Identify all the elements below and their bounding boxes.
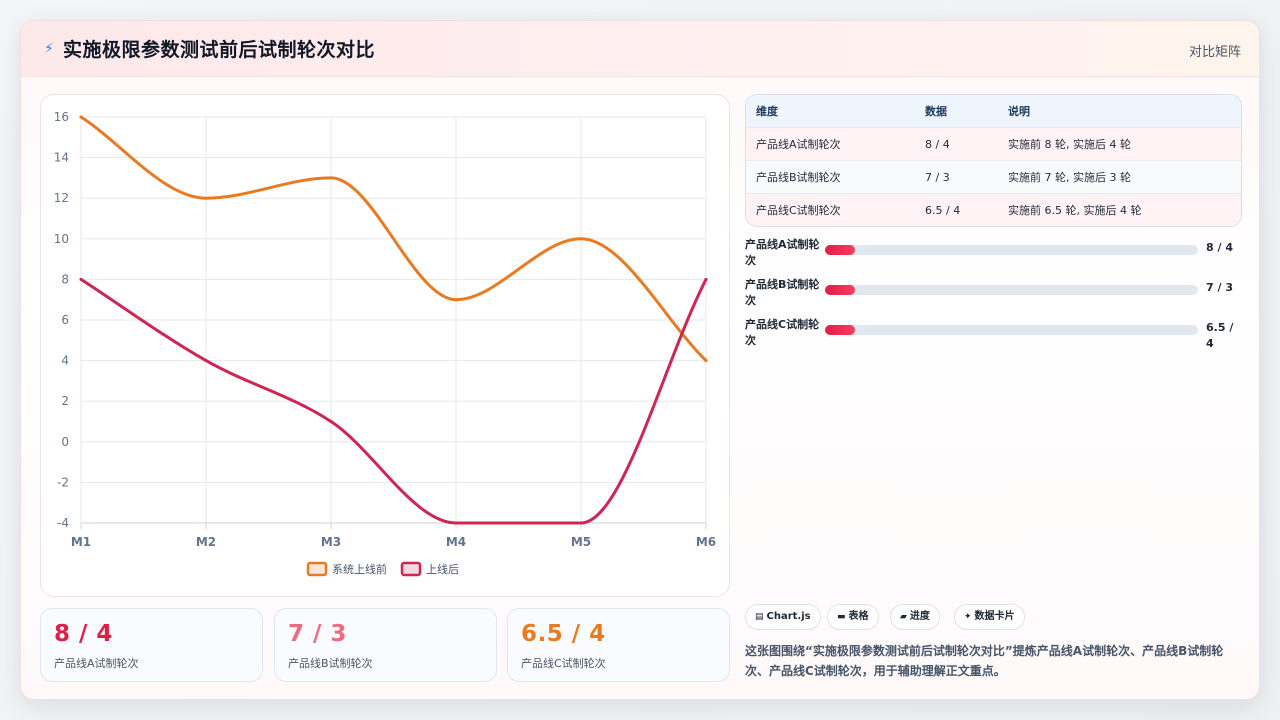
stat-value-c: 6.5 / 4 (521, 621, 606, 647)
chip-label: 进度 (909, 611, 930, 622)
progress-fill (825, 245, 855, 255)
progress-icon: ▰ (900, 612, 907, 622)
y-tick-label: -4 (57, 516, 69, 530)
legend-swatch (400, 561, 422, 577)
chip-progress[interactable]: ▰ 进度 (890, 604, 940, 630)
progress-row-c: 产品线C试制轮次 6.5 / 4 (745, 317, 1242, 351)
chip-label: Chart.js (766, 611, 811, 622)
legend-swatch (306, 561, 328, 577)
data-point (79, 115, 83, 119)
progress-label: 产品线B试制轮次 (745, 278, 820, 307)
stat-label-a: 产品线A试制轮次 (54, 657, 139, 670)
chip-label: 表格 (848, 611, 869, 622)
data-point (204, 359, 208, 363)
table-header-row: 维度 数据 说明 (746, 95, 1241, 128)
y-tick-label: 12 (54, 191, 69, 205)
table-row: 产品线C试制轮次 6.5 / 4 实施前 6.5 轮, 实施后 4 轮 (746, 194, 1241, 226)
table-cell: 8 / 4 (925, 138, 950, 151)
sparkle-icon: ✦ (964, 612, 972, 622)
table-header-cell: 说明 (1008, 105, 1030, 118)
table-cell: 实施前 6.5 轮, 实施后 4 轮 (1008, 204, 1142, 217)
data-point (454, 521, 458, 525)
data-point (329, 176, 333, 180)
y-tick-label: 2 (61, 394, 69, 408)
x-tick-label: M4 (446, 535, 466, 549)
data-point (704, 277, 708, 281)
table-cell: 实施前 7 轮, 实施后 3 轮 (1008, 171, 1131, 184)
data-point (454, 298, 458, 302)
table-row: 产品线B试制轮次 7 / 3 实施前 7 轮, 实施后 3 轮 (746, 161, 1241, 194)
page-title: 实施极限参数测试前后试制轮次对比 (63, 39, 376, 61)
table-cell: 产品线B试制轮次 (756, 171, 841, 184)
y-tick-label: 14 (54, 151, 69, 165)
progress-row-b: 产品线B试制轮次 7 / 3 (745, 277, 1242, 311)
x-tick-label: M1 (71, 535, 91, 549)
comparison-table: 维度 数据 说明 产品线A试制轮次 8 / 4 实施前 8 轮, 实施后 4 轮… (745, 94, 1242, 227)
stat-card-b: 7 / 3 产品线B试制轮次 (274, 608, 497, 682)
y-tick-label: 6 (61, 313, 69, 327)
chip-label: 数据卡片 (974, 611, 1015, 622)
progress-track (825, 285, 1198, 295)
x-tick-label: M5 (571, 535, 591, 549)
legend-label: 系统上线前 (332, 562, 387, 576)
table-cell: 实施前 8 轮, 实施后 4 轮 (1008, 138, 1131, 151)
stat-value-b: 7 / 3 (288, 621, 347, 647)
data-point (329, 420, 333, 423)
data-point (579, 521, 583, 525)
y-tick-label: 16 (54, 110, 69, 124)
progress-value: 6.5 / 4 (1206, 321, 1234, 350)
line-chart: 16 14 12 10 8 6 4 2 0 -2 -4M1 M2 M3 M4 M5 M6 系统上线前 上线后 (54, 110, 716, 577)
chart-description: 这张图围绕“实施极限参数测试前后试制轮次对比”提炼产品线A试制轮次、产品线B试制… (745, 644, 1224, 678)
progress-label: 产品线C试制轮次 (745, 318, 820, 347)
header-tag: 对比矩阵 (1188, 45, 1241, 60)
chip-data-card[interactable]: ✦ 数据卡片 (954, 604, 1025, 630)
lightning-icon: ⚡ (44, 41, 54, 57)
table-cell: 产品线C试制轮次 (756, 204, 841, 217)
progress-row-a: 产品线A试制轮次 8 / 4 (745, 237, 1242, 271)
progress-track (825, 245, 1198, 255)
line-chart-panel: 16 14 12 10 8 6 4 2 0 -2 -4 M1 M2 M3 M4 M5 M6 系统上线前 上线后 (40, 94, 730, 597)
progress-value: 8 / 4 (1206, 241, 1233, 254)
main-card: ⚡ 实施极限参数测试前后试制轮次对比 对比矩阵 16 14 12 10 8 6 4 2 0 -2 -… (20, 20, 1260, 700)
chip-chartjs[interactable]: ▤ Chart.js (745, 604, 821, 630)
y-tick-label: 10 (54, 232, 69, 246)
data-point (579, 237, 583, 241)
progress-label: 产品线A试制轮次 (745, 238, 820, 267)
table-cell: 产品线A试制轮次 (756, 138, 841, 151)
progress-value: 7 / 3 (1206, 281, 1233, 294)
table-cell: 7 / 3 (925, 171, 950, 184)
legend-label: 上线后 (426, 562, 459, 576)
stat-value-a: 8 / 4 (54, 621, 113, 647)
chip-table[interactable]: ▬ 表格 (827, 604, 879, 630)
progress-track (825, 325, 1198, 335)
data-point (704, 359, 708, 363)
stat-card-a: 8 / 4 产品线A试制轮次 (40, 608, 263, 682)
table-cell: 6.5 / 4 (925, 204, 961, 217)
x-tick-label: M3 (321, 535, 341, 549)
y-tick-label: -2 (57, 475, 69, 489)
table-icon: ▬ (837, 612, 846, 622)
y-tick-label: 0 (61, 435, 69, 449)
table-row: 产品线A试制轮次 8 / 4 实施前 8 轮, 实施后 4 轮 (746, 128, 1241, 161)
y-tick-label: 8 (61, 272, 69, 286)
x-tick-label: M6 (696, 535, 716, 549)
chart-icon: ▤ (755, 612, 764, 622)
progress-fill (825, 325, 855, 335)
x-tick-label: M2 (196, 535, 216, 549)
progress-fill (825, 285, 855, 295)
header-bar: ⚡ 实施极限参数测试前后试制轮次对比 对比矩阵 (21, 21, 1259, 77)
data-point (204, 196, 208, 200)
stat-label-c: 产品线C试制轮次 (521, 657, 606, 670)
table-header-cell: 维度 (756, 105, 778, 118)
stat-label-b: 产品线B试制轮次 (288, 657, 373, 670)
data-point (79, 277, 83, 281)
y-tick-label: 4 (61, 354, 69, 368)
stat-card-c: 6.5 / 4 产品线C试制轮次 (507, 608, 730, 682)
table-header-cell: 数据 (925, 105, 947, 118)
